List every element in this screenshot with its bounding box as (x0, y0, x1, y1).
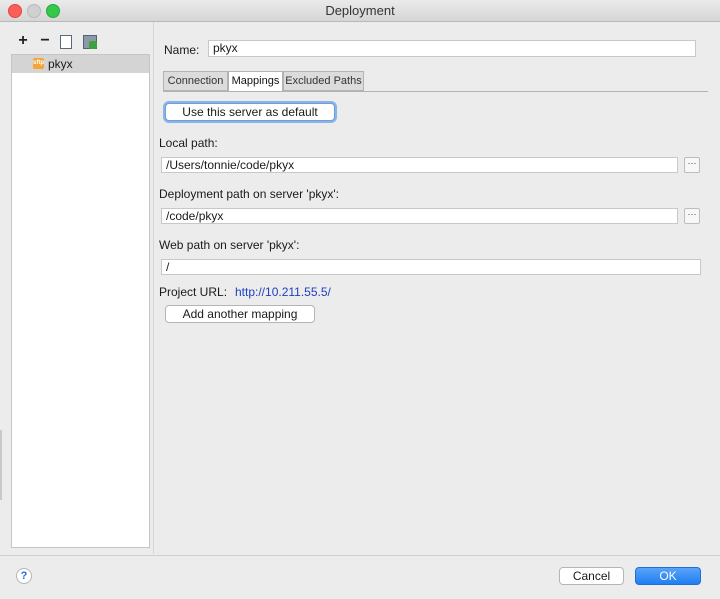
web-path-label: Web path on server 'pkyx': (159, 238, 300, 252)
add-another-mapping-button[interactable]: Add another mapping (165, 305, 315, 323)
server-list: sftp pkyx (11, 54, 150, 548)
use-as-default-button[interactable]: Use this server as default (165, 103, 335, 121)
deployment-path-input[interactable]: /code/pkyx (161, 208, 678, 224)
add-server-icon[interactable]: + (16, 32, 30, 50)
footer-divider (0, 555, 720, 556)
deployment-path-browse-button[interactable]: ··· (684, 208, 700, 224)
name-label: Name: (164, 43, 200, 57)
deployment-path-label: Deployment path on server 'pkyx': (159, 187, 339, 201)
window-edge-shadow (0, 430, 2, 500)
tab-mappings[interactable]: Mappings (228, 71, 283, 92)
tab-divider (163, 91, 708, 92)
cancel-button[interactable]: Cancel (559, 567, 624, 585)
local-path-label: Local path: (159, 136, 218, 150)
set-default-icon[interactable] (83, 35, 97, 49)
project-url-link[interactable]: http://10.211.55.5/ (235, 285, 331, 299)
sftp-server-icon: sftp (33, 58, 44, 69)
web-path-input[interactable]: / (161, 259, 701, 275)
server-label: pkyx (48, 57, 73, 71)
name-input[interactable]: pkyx (208, 40, 696, 57)
help-button[interactable]: ? (16, 568, 32, 584)
copy-icon[interactable] (60, 32, 75, 49)
pane-splitter[interactable] (153, 22, 154, 554)
project-url-label: Project URL: (159, 285, 228, 299)
ok-button[interactable]: OK (635, 567, 701, 585)
local-path-browse-button[interactable]: ··· (684, 157, 700, 173)
window-title: Deployment (325, 3, 395, 18)
tab-connection[interactable]: Connection (163, 71, 228, 91)
remove-server-icon[interactable]: − (38, 32, 52, 50)
server-list-item[interactable]: sftp pkyx (12, 55, 149, 73)
title-bar: Deployment (0, 0, 720, 22)
local-path-input[interactable]: /Users/tonnie/code/pkyx (161, 157, 678, 173)
deployment-dialog: Deployment + − sftp pkyx Name: pkyx Conn… (0, 0, 720, 599)
tab-excluded-paths[interactable]: Excluded Paths (283, 71, 364, 91)
